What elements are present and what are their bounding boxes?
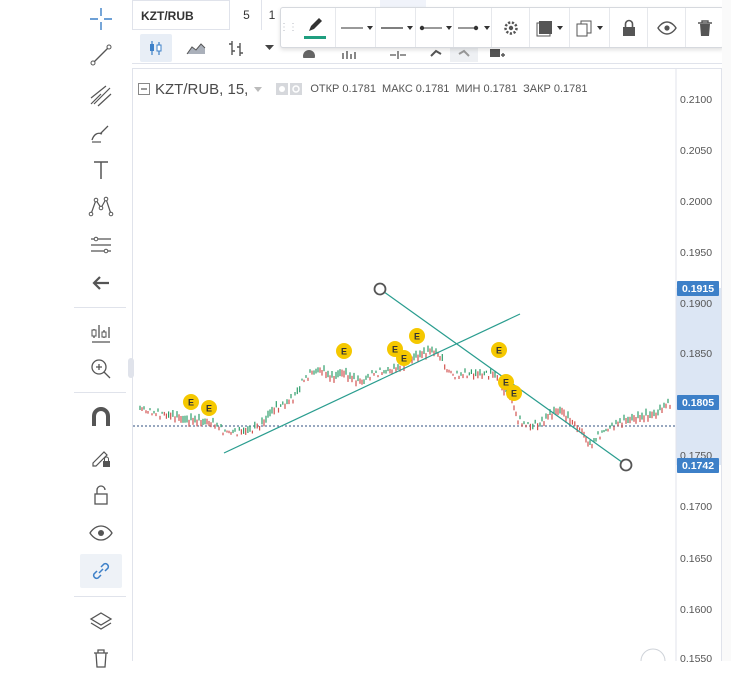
earnings-event-label: E: [392, 345, 398, 355]
trend-line-up: [223, 313, 521, 454]
line-start-price-badge: 0.1915: [677, 281, 719, 296]
price-tick: 0.2050: [680, 145, 713, 157]
earnings-event-marker: E: [506, 385, 522, 401]
earnings-event-marker: E: [491, 342, 507, 358]
price-tick: 0.2100: [680, 94, 713, 106]
legend-high-label: МАКС: [382, 83, 413, 95]
legend-low-value: 0.1781: [483, 83, 518, 95]
legend-low-label: МИН: [455, 83, 481, 95]
earnings-event-marker: E: [409, 328, 425, 344]
earnings-event-label: E: [503, 378, 509, 388]
earnings-event-marker: E: [336, 343, 352, 359]
price-tick: 0.1900: [680, 298, 713, 310]
price-tick: 0.2000: [680, 196, 713, 208]
legend-close-value: 0.1781: [553, 83, 588, 95]
earnings-event-label: E: [511, 389, 517, 399]
earnings-event-label: E: [188, 398, 194, 408]
earnings-event-label: E: [401, 354, 407, 364]
price-tick: 0.1550: [680, 653, 713, 665]
legend-high-value: 0.1781: [415, 83, 450, 95]
scroll-to-realtime-button: [640, 648, 666, 661]
last-price-badge: 0.1805: [677, 395, 719, 410]
earnings-event-marker: E: [183, 394, 199, 410]
price-tick: 0.1850: [680, 348, 713, 360]
line-end-price-badge: 0.1742: [677, 458, 719, 473]
chart-legend: KZT/RUB, 15, ОТКР 0.1781 МАКС 0.1781 МИН…: [138, 79, 588, 99]
earnings-event-label: E: [414, 332, 420, 342]
price-tick: 0.1600: [680, 604, 713, 616]
trend-line-start-handle: [373, 282, 387, 296]
earnings-event-marker: E: [201, 400, 217, 416]
earnings-event-label: E: [206, 404, 212, 414]
price-tick: 0.1700: [680, 501, 713, 513]
window-edge: [722, 0, 731, 661]
collapse-legend-icon[interactable]: [138, 83, 150, 95]
legend-dropdown-icon[interactable]: [254, 86, 263, 92]
price-tick: 0.1650: [680, 553, 713, 565]
trend-line-end-handle: [619, 458, 633, 472]
earnings-event-label: E: [341, 347, 347, 357]
legend-open-value: 0.1781: [342, 83, 377, 95]
legend-open-label: ОТКР: [310, 83, 340, 95]
price-tick: 0.1950: [680, 247, 713, 259]
earnings-event-marker: E: [396, 350, 412, 366]
earnings-event-label: E: [496, 346, 502, 356]
price-chart: EEE EEEEEE: [133, 68, 677, 661]
legend-symbol[interactable]: KZT/RUB, 15,: [155, 81, 248, 98]
legend-actions-icon[interactable]: [276, 83, 304, 95]
legend-close-label: ЗАКР: [523, 83, 551, 95]
